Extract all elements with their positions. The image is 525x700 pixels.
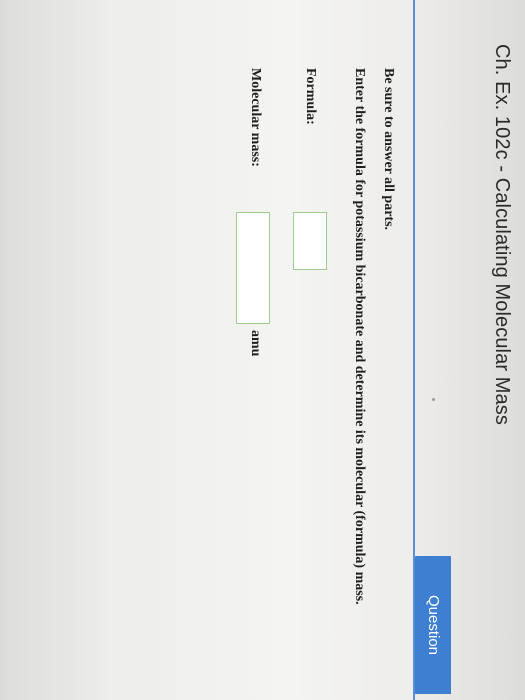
formula-label: Formula: [303,68,318,125]
molecular-mass-label: Molecular mass: [248,68,263,167]
question-page: Ch. Ex. 102c - Calculating Molecular Mas… [0,0,525,700]
unit-label: amu [248,330,263,357]
tab-question[interactable]: Question [415,556,451,694]
page-title: Ch. Ex. 102c - Calculating Molecular Mas… [491,44,513,425]
dust-speck [432,398,435,401]
formula-input[interactable] [293,212,327,270]
instruction-text: Be sure to answer all parts. [381,68,396,231]
question-prompt: Enter the formula for potassium bicarbon… [352,68,367,605]
photo-stage: Ch. Ex. 102c - Calculating Molecular Mas… [0,0,525,700]
tab-underline [413,0,415,700]
molecular-mass-input[interactable] [236,212,270,324]
